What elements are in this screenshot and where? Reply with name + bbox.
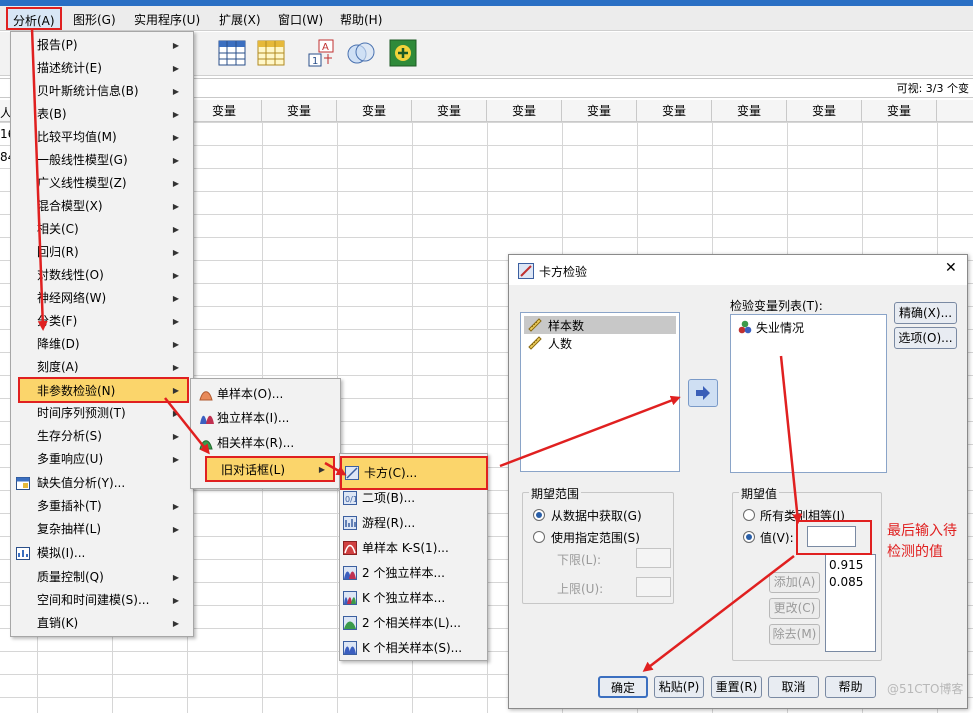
- arrow-to-nonparametric: [30, 27, 48, 331]
- arrow-to-ok-button: [642, 555, 795, 672]
- annotation-arrows: [30, 27, 803, 672]
- arrow-to-chi-square: [324, 461, 347, 476]
- arrow-to-value-input: [779, 355, 803, 524]
- arrow-to-legacy: [164, 397, 210, 455]
- arrow-to-move-button: [499, 395, 681, 468]
